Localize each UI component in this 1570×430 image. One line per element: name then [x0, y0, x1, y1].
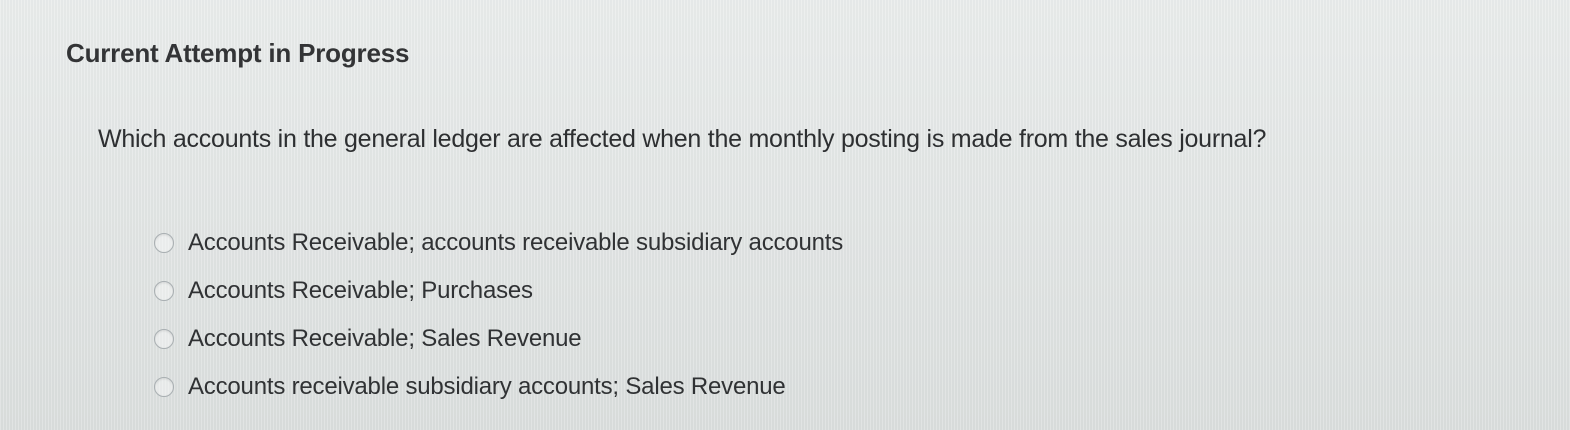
radio-button-icon[interactable] — [154, 329, 174, 349]
answer-option-label: Accounts receivable subsidiary accounts;… — [188, 373, 786, 400]
attempt-status-title: Current Attempt in Progress — [66, 38, 410, 68]
answer-options: Accounts Receivable; accounts receivable… — [154, 219, 843, 411]
radio-button-icon[interactable] — [154, 377, 174, 397]
radio-button-icon[interactable] — [154, 233, 174, 253]
assessment-question-screen: Current Attempt in Progress Which accoun… — [0, 0, 1570, 430]
answer-option-label: Accounts Receivable; Purchases — [188, 277, 533, 304]
answer-option-label: Accounts Receivable; Sales Revenue — [188, 325, 582, 352]
radio-button-icon[interactable] — [154, 281, 174, 301]
answer-option-label: Accounts Receivable; accounts receivable… — [188, 229, 844, 256]
question-text: Which accounts in the general ledger are… — [98, 125, 1267, 153]
answer-option-subsidiary-accounts-sales-revenue[interactable]: Accounts receivable subsidiary accounts;… — [154, 363, 843, 411]
answer-option-accounts-receivable-subsidiary-accounts[interactable]: Accounts Receivable; accounts receivable… — [154, 219, 843, 267]
answer-option-accounts-receivable-purchases[interactable]: Accounts Receivable; Purchases — [154, 267, 843, 315]
answer-option-accounts-receivable-sales-revenue[interactable]: Accounts Receivable; Sales Revenue — [154, 315, 843, 363]
